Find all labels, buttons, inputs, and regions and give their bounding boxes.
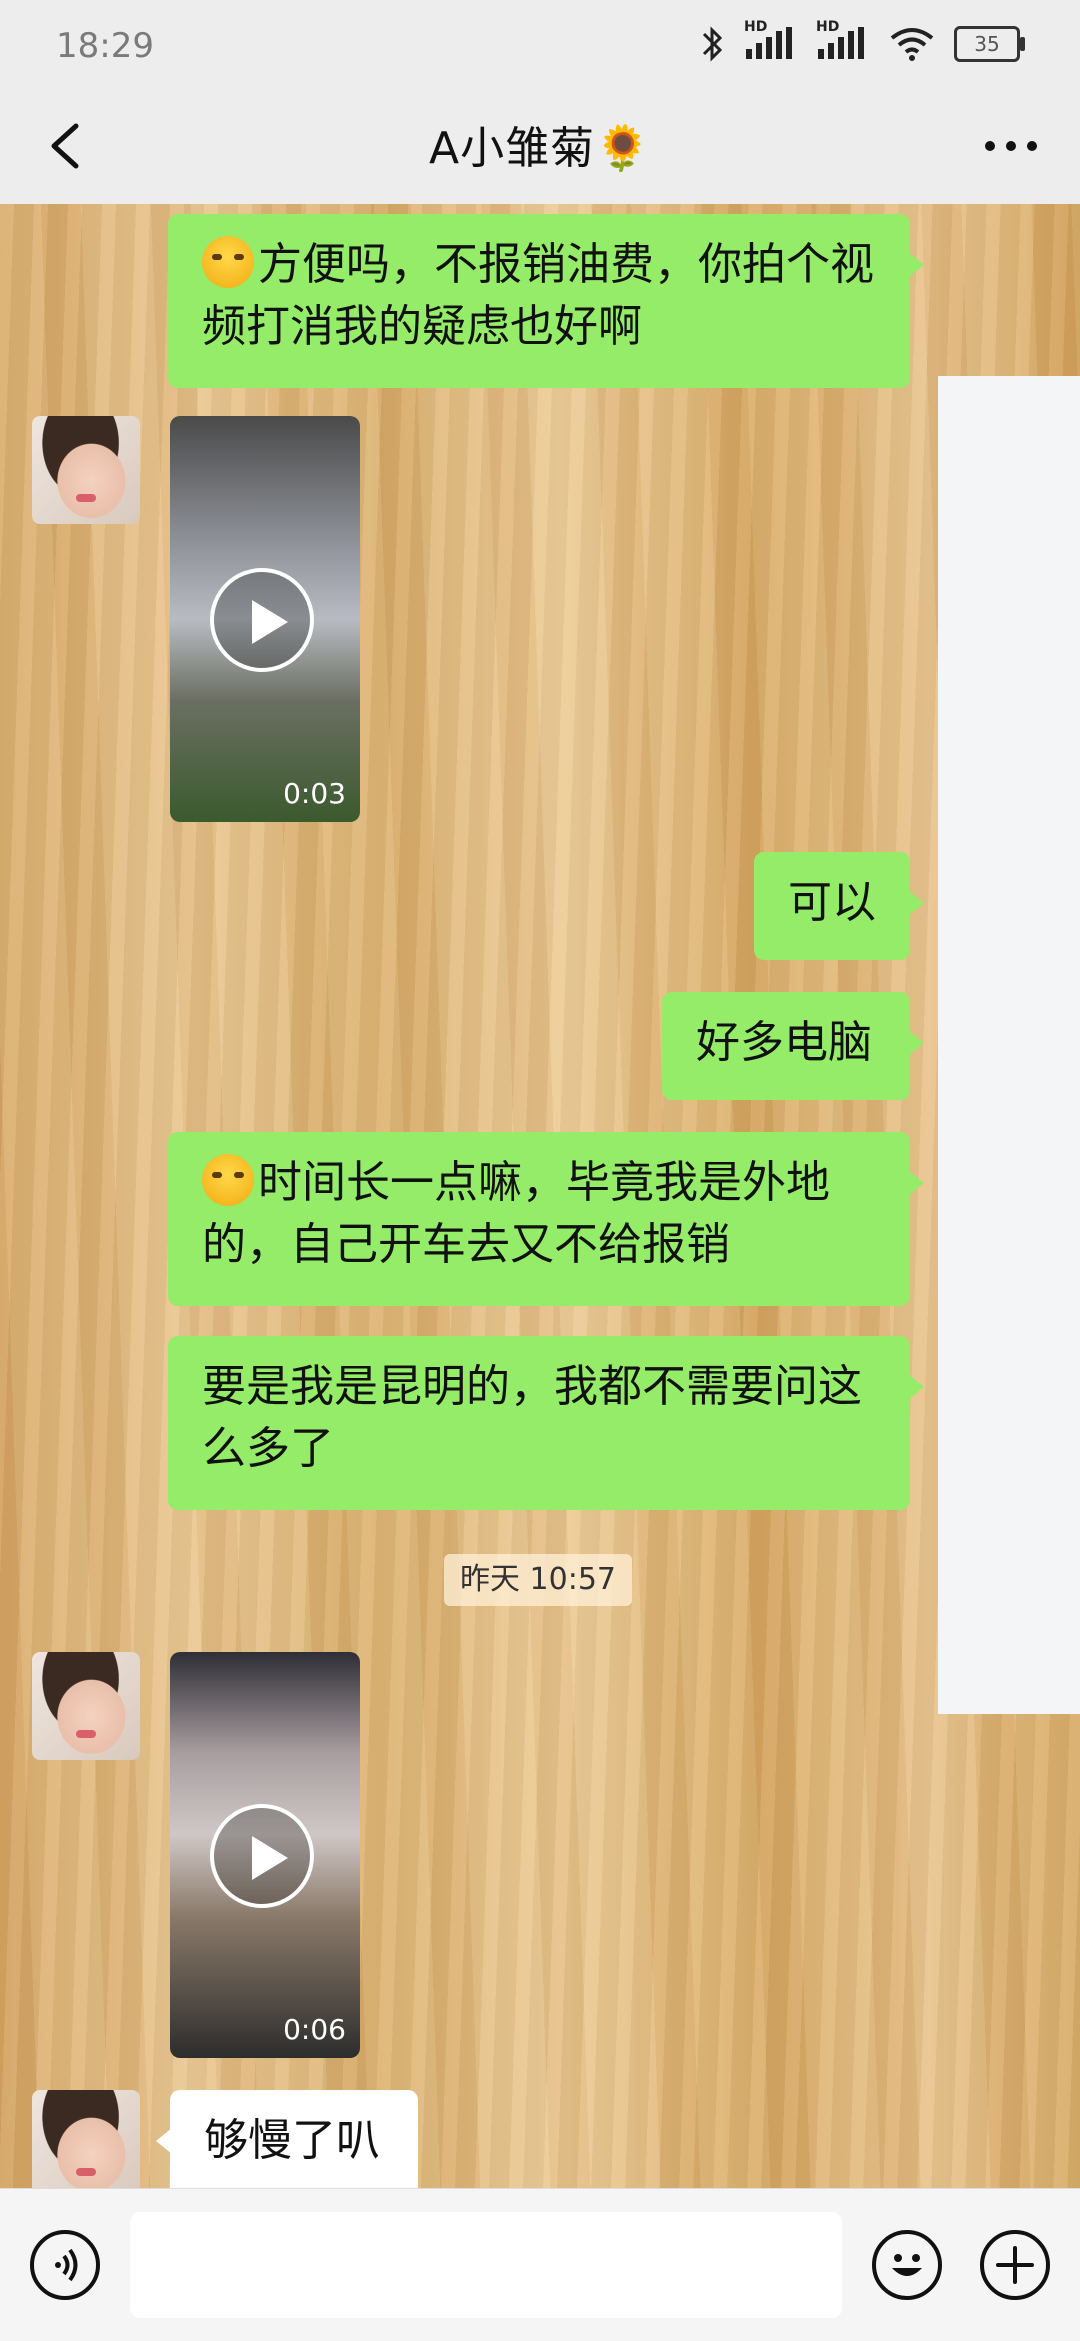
message-bubble-sent[interactable]: 方便吗，不报销油费，你拍个视频打消我的疑虑也好啊 [168,214,924,388]
message-text: 时间长一点嘛，毕竟我是外地的，自己开车去又不给报销 [202,1157,830,1270]
message-bubble-received[interactable]: 够慢了叭 [156,2090,418,2188]
video-message[interactable]: 0:06 [170,1652,360,2058]
voice-input-icon[interactable] [30,2230,100,2300]
message-bubble-sent[interactable]: 好多电脑 [662,992,924,1100]
message-bubble-sent[interactable]: 时间长一点嘛，毕竟我是外地的，自己开车去又不给报销 [168,1132,924,1306]
chat-area[interactable]: 方便吗，不报销油费，你拍个视频打消我的疑虑也好啊 0:03 可以 好多电脑 时间… [0,204,1080,2188]
wifi-icon [890,28,934,61]
message-text: 可以 [788,877,876,928]
side-panel [938,376,1080,1714]
emoji-icon[interactable] [872,2230,942,2300]
message-text: 够慢了叭 [204,2115,380,2166]
message-text: 好多电脑 [696,1017,872,1068]
chat-header: A小雏菊🌻 [0,92,1080,205]
contact-avatar[interactable] [32,416,140,524]
contact-avatar[interactable] [32,2090,140,2188]
system-icons: HD HD 35 [700,19,1025,64]
video-message[interactable]: 0:03 [170,416,360,822]
signal-label-2: HD [816,19,840,35]
message-bubble-sent[interactable]: 要是我是昆明的，我都不需要问这么多了 [168,1336,924,1510]
video-duration: 0:06 [283,2013,346,2046]
message-text: 要是我是昆明的，我都不需要问这么多了 [202,1361,862,1474]
play-icon[interactable] [210,1804,314,1908]
play-icon[interactable] [210,568,314,672]
message-timestamp: 昨天 10:57 [444,1554,632,1606]
chat-title: A小雏菊🌻 [429,123,651,174]
more-options-icon[interactable] [976,114,1046,178]
status-bar: 18:29 HD HD 35 [0,0,1080,92]
video-duration: 0:03 [283,777,346,810]
crying-face-icon [202,1154,254,1206]
battery-icon: 35 [954,26,1025,62]
message-text: 方便吗，不报销油费，你拍个视频打消我的疑虑也好啊 [202,239,874,352]
signal-icon-2: HD [816,19,870,61]
add-more-icon[interactable] [980,2230,1050,2300]
status-time: 18:29 [56,26,154,66]
bluetooth-icon [702,26,723,62]
input-bar [0,2188,1080,2341]
face-with-tears-of-joy-icon [202,236,254,288]
contact-avatar[interactable] [32,1652,140,1760]
message-input[interactable] [130,2212,842,2318]
signal-label-1: HD [744,19,768,35]
message-bubble-sent[interactable]: 可以 [754,852,924,960]
signal-icon-1: HD [744,19,798,61]
